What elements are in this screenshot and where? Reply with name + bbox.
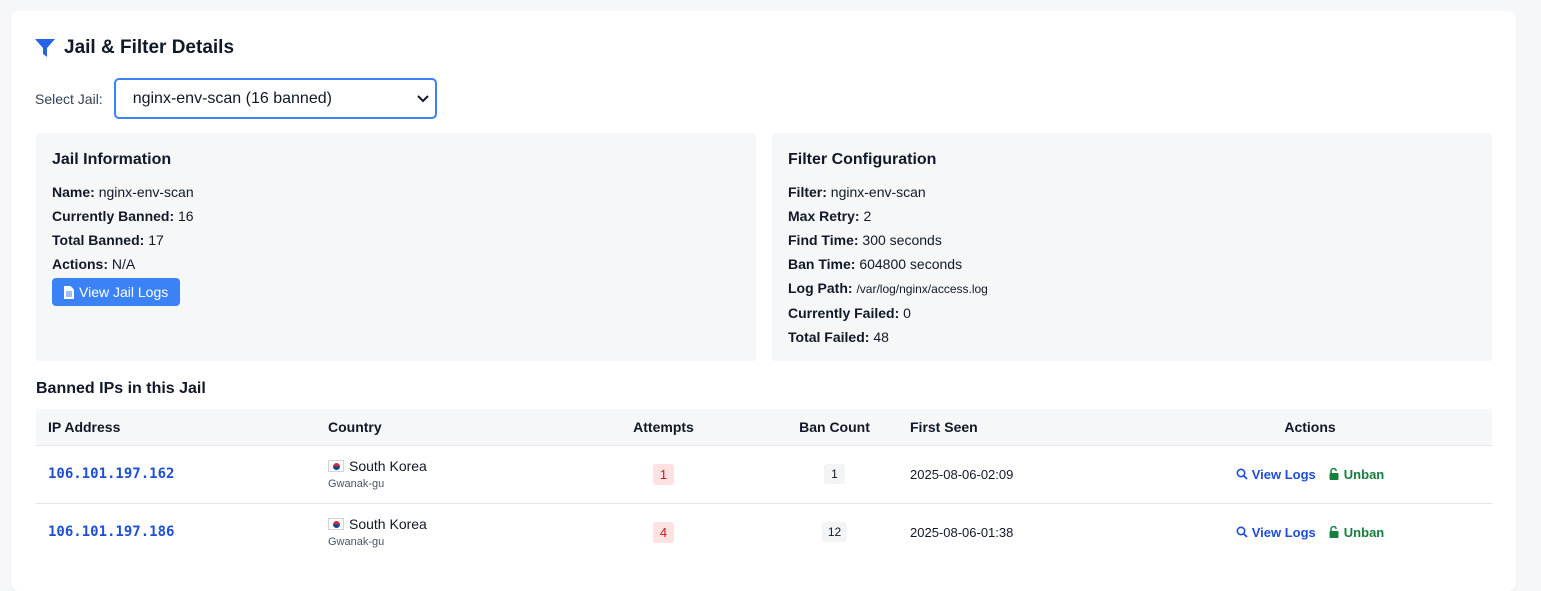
- currently-failed-row: Currently Failed: 0: [788, 301, 1476, 325]
- col-attempts: Attempts: [633, 418, 694, 435]
- south-korea-flag-icon: [328, 518, 344, 531]
- actions-value: N/A: [111, 256, 136, 272]
- max-retry-label: Max Retry:: [788, 208, 860, 224]
- filter-configuration-title: Filter Configuration: [788, 151, 937, 168]
- jail-select-row: Select Jail: nginx-env-scan (16 banned): [35, 78, 437, 119]
- table-row: 106.101.197.186 South Korea Gwanak-gu 4 …: [36, 503, 1492, 561]
- find-time-row: Find Time: 300 seconds: [788, 228, 1476, 252]
- row-actions: View Logs Unban: [1140, 467, 1480, 482]
- country-name: South Korea: [349, 516, 427, 533]
- total-failed-value: 48: [873, 329, 889, 345]
- jail-information-panel: Jail Information Name: nginx-env-scan Cu…: [36, 133, 756, 361]
- jail-select[interactable]: nginx-env-scan (16 banned): [113, 78, 437, 119]
- max-retry-value: 2: [863, 208, 872, 224]
- ban-time-row: Ban Time: 604800 seconds: [788, 252, 1476, 276]
- currently-banned-label: Currently Banned:: [52, 208, 175, 224]
- unlock-icon: [1329, 468, 1339, 480]
- filter-label: Filter:: [788, 184, 827, 200]
- total-banned-row: Total Banned: 17: [52, 228, 740, 252]
- country-cell: South Korea: [328, 458, 544, 474]
- search-icon: [1236, 526, 1248, 538]
- ban-time-value: 604800 seconds: [859, 256, 963, 272]
- country-name: South Korea: [349, 458, 427, 474]
- jail-name-row: Name: nginx-env-scan: [52, 180, 740, 204]
- page-title: Jail & Filter Details: [64, 37, 235, 58]
- col-ban-count: Ban Count: [799, 418, 870, 435]
- col-ip-address: IP Address: [48, 418, 121, 435]
- jail-information-title: Jail Information: [52, 151, 172, 168]
- currently-banned-row: Currently Banned: 16: [52, 204, 740, 228]
- find-time-label: Find Time:: [788, 232, 859, 248]
- log-path-label: Log Path:: [788, 280, 853, 296]
- first-seen-value: 2025-08-06-01:38: [910, 524, 1014, 540]
- banned-ips-title: Banned IPs in this Jail: [36, 380, 206, 397]
- view-logs-button[interactable]: View Logs: [1236, 467, 1316, 482]
- banned-ips-table: IP Address Country Attempts Ban Count Fi…: [36, 409, 1492, 561]
- ban-time-label: Ban Time:: [788, 256, 856, 272]
- actions-label: Actions:: [52, 256, 108, 272]
- attempts-badge: 1: [653, 463, 674, 485]
- total-failed-row: Total Failed: 48: [788, 325, 1476, 349]
- south-korea-flag-icon: [328, 460, 344, 472]
- view-logs-label: View Logs: [1251, 466, 1316, 482]
- file-icon: [64, 285, 74, 299]
- filter-row: Filter: nginx-env-scan: [788, 180, 1476, 204]
- unban-button[interactable]: Unban: [1328, 467, 1384, 482]
- jail-select-label: Select Jail:: [35, 90, 103, 107]
- col-actions: Actions: [1284, 418, 1336, 435]
- log-path-value: /var/log/nginx/access.log: [856, 282, 988, 296]
- chevron-down-icon: [416, 94, 429, 102]
- view-logs-button[interactable]: View Logs: [1236, 525, 1316, 540]
- ban-count-badge: 12: [821, 522, 848, 543]
- currently-failed-value: 0: [903, 305, 911, 321]
- card-header: Jail & Filter Details: [35, 37, 234, 59]
- col-first-seen: First Seen: [910, 418, 978, 435]
- jail-select-value: nginx-env-scan (16 banned): [132, 89, 332, 107]
- country-cell: South Korea: [328, 516, 544, 532]
- search-icon: [1236, 468, 1248, 480]
- total-failed-label: Total Failed:: [788, 329, 870, 345]
- unlock-icon: [1329, 526, 1339, 539]
- ip-address-link[interactable]: 106.101.197.186: [48, 524, 174, 540]
- view-jail-logs-label: View Jail Logs: [79, 284, 169, 300]
- row-actions: View Logs Unban: [1140, 525, 1480, 540]
- unban-label: Unban: [1343, 524, 1385, 540]
- filter-value: nginx-env-scan: [830, 184, 926, 200]
- jail-name-label: Name:: [52, 184, 95, 200]
- currently-banned-value: 16: [178, 208, 194, 224]
- jail-name-value: nginx-env-scan: [98, 184, 194, 200]
- log-path-row: Log Path: /var/log/nginx/access.log: [788, 276, 1476, 301]
- jail-filter-details-card: Jail & Filter Details Select Jail: nginx…: [11, 11, 1516, 591]
- view-jail-logs-button[interactable]: View Jail Logs: [52, 278, 181, 306]
- find-time-value: 300 seconds: [862, 232, 942, 248]
- total-banned-value: 17: [148, 232, 164, 248]
- filter-configuration-panel: Filter Configuration Filter: nginx-env-s…: [772, 133, 1492, 361]
- first-seen-value: 2025-08-06-02:09: [910, 466, 1014, 482]
- total-banned-label: Total Banned:: [52, 232, 145, 248]
- ip-address-link[interactable]: 106.101.197.162: [48, 466, 174, 482]
- currently-failed-label: Currently Failed:: [788, 305, 900, 321]
- filter-icon: [35, 38, 55, 57]
- table-row: 106.101.197.162 South Korea Gwanak-gu 1 …: [36, 445, 1492, 503]
- unban-label: Unban: [1343, 466, 1385, 482]
- max-retry-row: Max Retry: 2: [788, 204, 1476, 228]
- view-logs-label: View Logs: [1251, 524, 1316, 540]
- actions-row: Actions: N/A: [52, 252, 740, 276]
- unban-button[interactable]: Unban: [1328, 525, 1384, 540]
- city-name: Gwanak-gu: [328, 478, 385, 490]
- ban-count-badge: 1: [824, 464, 845, 484]
- city-name: Gwanak-gu: [328, 536, 385, 549]
- table-header-row: IP Address Country Attempts Ban Count Fi…: [36, 409, 1492, 445]
- col-country: Country: [328, 418, 382, 435]
- attempts-badge: 4: [653, 521, 674, 543]
